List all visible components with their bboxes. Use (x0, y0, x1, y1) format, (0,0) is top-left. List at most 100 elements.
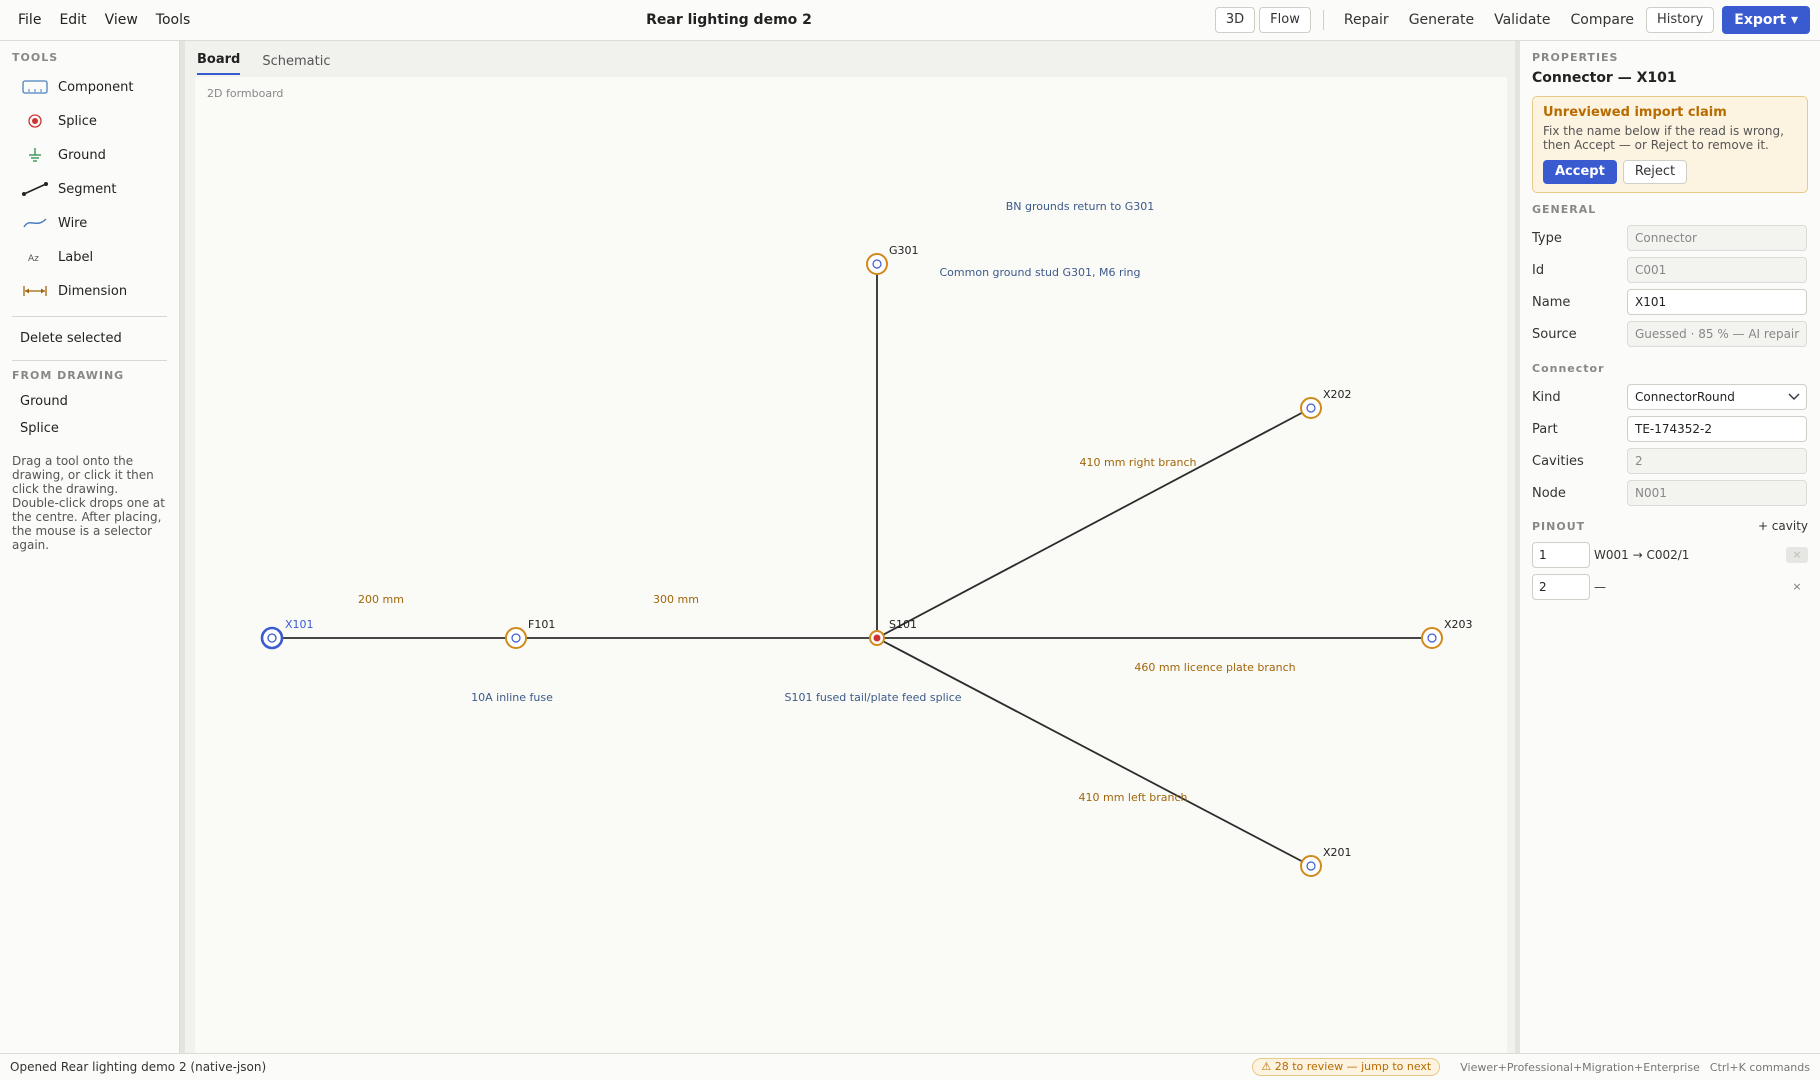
name-input[interactable]: X101 (1627, 289, 1807, 315)
properties-title: Connector — X101 (1532, 70, 1677, 86)
kind-select[interactable]: ConnectorRound (1627, 384, 1807, 410)
node-x101[interactable] (260, 626, 284, 650)
source-field: Guessed · 85 % — AI repair (1627, 321, 1807, 347)
generate-button[interactable]: Generate (1401, 7, 1482, 33)
tool-wire[interactable]: Wire (0, 206, 179, 240)
source-label: Source (1532, 326, 1577, 342)
tool-ground-label: Ground (58, 147, 106, 163)
segment-label-s101-x202[interactable]: 410 mm right branch (1080, 456, 1197, 469)
node-row: Node N001 (1532, 477, 1808, 509)
tool-label-label: Label (58, 249, 94, 265)
tool-ground[interactable]: Ground (0, 138, 179, 172)
type-field: Connector (1627, 225, 1807, 251)
delete-selected-button[interactable]: Delete selected (0, 325, 179, 352)
tool-splice[interactable]: Splice (0, 104, 179, 138)
properties-panel: PROPERTIES Connector — X101 Unreviewed i… (1520, 41, 1820, 1053)
note-fuse[interactable]: 10A inline fuse (471, 691, 553, 704)
node-x202[interactable] (1300, 397, 1322, 419)
node-g301[interactable] (866, 253, 888, 275)
flow-button[interactable]: Flow (1259, 7, 1311, 33)
note-g301[interactable]: Common ground stud G301, M6 ring (940, 266, 1141, 279)
node-x203[interactable] (1421, 627, 1443, 649)
status-bar: Opened Rear lighting demo 2 (native-json… (0, 1053, 1820, 1080)
pin-row: 2 — × (1532, 571, 1808, 603)
tool-label[interactable]: Az Label (0, 240, 179, 274)
node-f101[interactable] (505, 627, 527, 649)
tab-schematic[interactable]: Schematic (262, 54, 330, 75)
segment-label-f101-s101[interactable]: 300 mm (653, 593, 699, 606)
remove-cavity-icon[interactable]: × (1786, 547, 1808, 563)
history-button[interactable]: History (1646, 7, 1715, 33)
pin-number-input[interactable]: 1 (1532, 542, 1590, 568)
note-splice[interactable]: S101 fused tail/plate feed splice (784, 691, 961, 704)
source-row: Source Guessed · 85 % — AI repair (1532, 318, 1808, 350)
id-row: Id C001 (1532, 254, 1808, 286)
segment-label-s101-x201[interactable]: 410 mm left branch (1079, 791, 1188, 804)
kind-value: ConnectorRound (1635, 390, 1735, 404)
view-tabs: Board Schematic (185, 41, 1515, 75)
tool-segment[interactable]: Segment (0, 172, 179, 206)
formboard-drawing: X101 F101 S101 G301 X202 X203 X201 200 m… (260, 200, 1473, 877)
segment-icon (22, 180, 48, 198)
part-label: Part (1532, 421, 1558, 437)
export-button[interactable]: Export ▾ (1722, 6, 1810, 34)
edition-label: Viewer+Professional+Migration+Enterprise (1460, 1060, 1700, 1074)
repair-button[interactable]: Repair (1336, 7, 1397, 33)
general-heading: GENERAL (1532, 203, 1597, 216)
node-field: N001 (1627, 480, 1807, 506)
node-label-x201: X201 (1323, 846, 1352, 859)
id-label: Id (1532, 262, 1545, 278)
compare-button[interactable]: Compare (1563, 7, 1643, 33)
node-x201[interactable] (1300, 855, 1322, 877)
component-icon (22, 78, 48, 96)
pin-row: 1 W001 → C002/1 × (1532, 539, 1808, 571)
claim-title: Unreviewed import claim (1543, 105, 1727, 120)
tool-splice-label: Splice (58, 113, 97, 129)
pin-assignment: — (1594, 580, 1606, 594)
chevron-down-icon (1788, 385, 1800, 409)
segment-label-s101-x203[interactable]: 460 mm licence plate branch (1134, 661, 1295, 674)
from-drawing-ground[interactable]: Ground (0, 388, 179, 415)
cavities-row: Cavities 2 (1532, 445, 1808, 477)
view-3d-button[interactable]: 3D (1214, 7, 1256, 33)
tool-segment-label: Segment (58, 181, 117, 197)
name-row: Name X101 (1532, 286, 1808, 318)
formboard-canvas[interactable]: 2D formboard X101 F101 S101 G301 X202 X2… (195, 77, 1507, 1053)
id-field: C001 (1627, 257, 1807, 283)
divider (12, 360, 167, 361)
part-input[interactable]: TE-174352-2 (1627, 416, 1807, 442)
type-row: Type Connector (1532, 222, 1808, 254)
properties-heading: PROPERTIES (1532, 51, 1619, 64)
cavities-field: 2 (1627, 448, 1807, 474)
tool-dimension-label: Dimension (58, 283, 128, 299)
remove-cavity-icon[interactable]: × (1786, 579, 1808, 595)
accept-button[interactable]: Accept (1543, 160, 1617, 184)
add-cavity-button[interactable]: + cavity (1758, 519, 1808, 533)
segment-s101-x202[interactable] (876, 407, 1312, 639)
splice-icon (22, 112, 48, 130)
tools-heading: TOOLS (12, 51, 59, 64)
validate-button[interactable]: Validate (1486, 7, 1558, 33)
tab-board[interactable]: Board (197, 52, 241, 75)
top-bar: File Edit View Tools Rear lighting demo … (0, 0, 1820, 41)
kind-label: Kind (1532, 389, 1561, 405)
toolbar-actions: 3D Flow Repair Generate Validate Compare… (1214, 6, 1810, 34)
reject-button[interactable]: Reject (1622, 160, 1688, 184)
review-queue-button[interactable]: ⚠ 28 to review — jump to next (1252, 1058, 1441, 1076)
segment-label-x101-f101[interactable]: 200 mm (358, 593, 404, 606)
status-message: Opened Rear lighting demo 2 (native-json… (10, 1060, 267, 1074)
node-label: Node (1532, 485, 1566, 501)
pin-number-input[interactable]: 2 (1532, 574, 1590, 600)
note-bn-grounds[interactable]: BN grounds return to G301 (1006, 200, 1155, 213)
tool-dimension[interactable]: Dimension (0, 274, 179, 308)
svg-text:Az: Az (28, 254, 39, 264)
cavities-label: Cavities (1532, 453, 1584, 469)
node-label-g301: G301 (889, 244, 919, 257)
node-s101[interactable] (869, 630, 885, 646)
import-claim-box: Unreviewed import claim Fix the name bel… (1532, 96, 1808, 193)
claim-actions: Accept Reject (1543, 160, 1797, 184)
tool-component[interactable]: Component (0, 70, 179, 104)
from-drawing-splice[interactable]: Splice (0, 415, 179, 442)
type-label: Type (1532, 230, 1562, 246)
label-icon: Az (22, 248, 48, 266)
